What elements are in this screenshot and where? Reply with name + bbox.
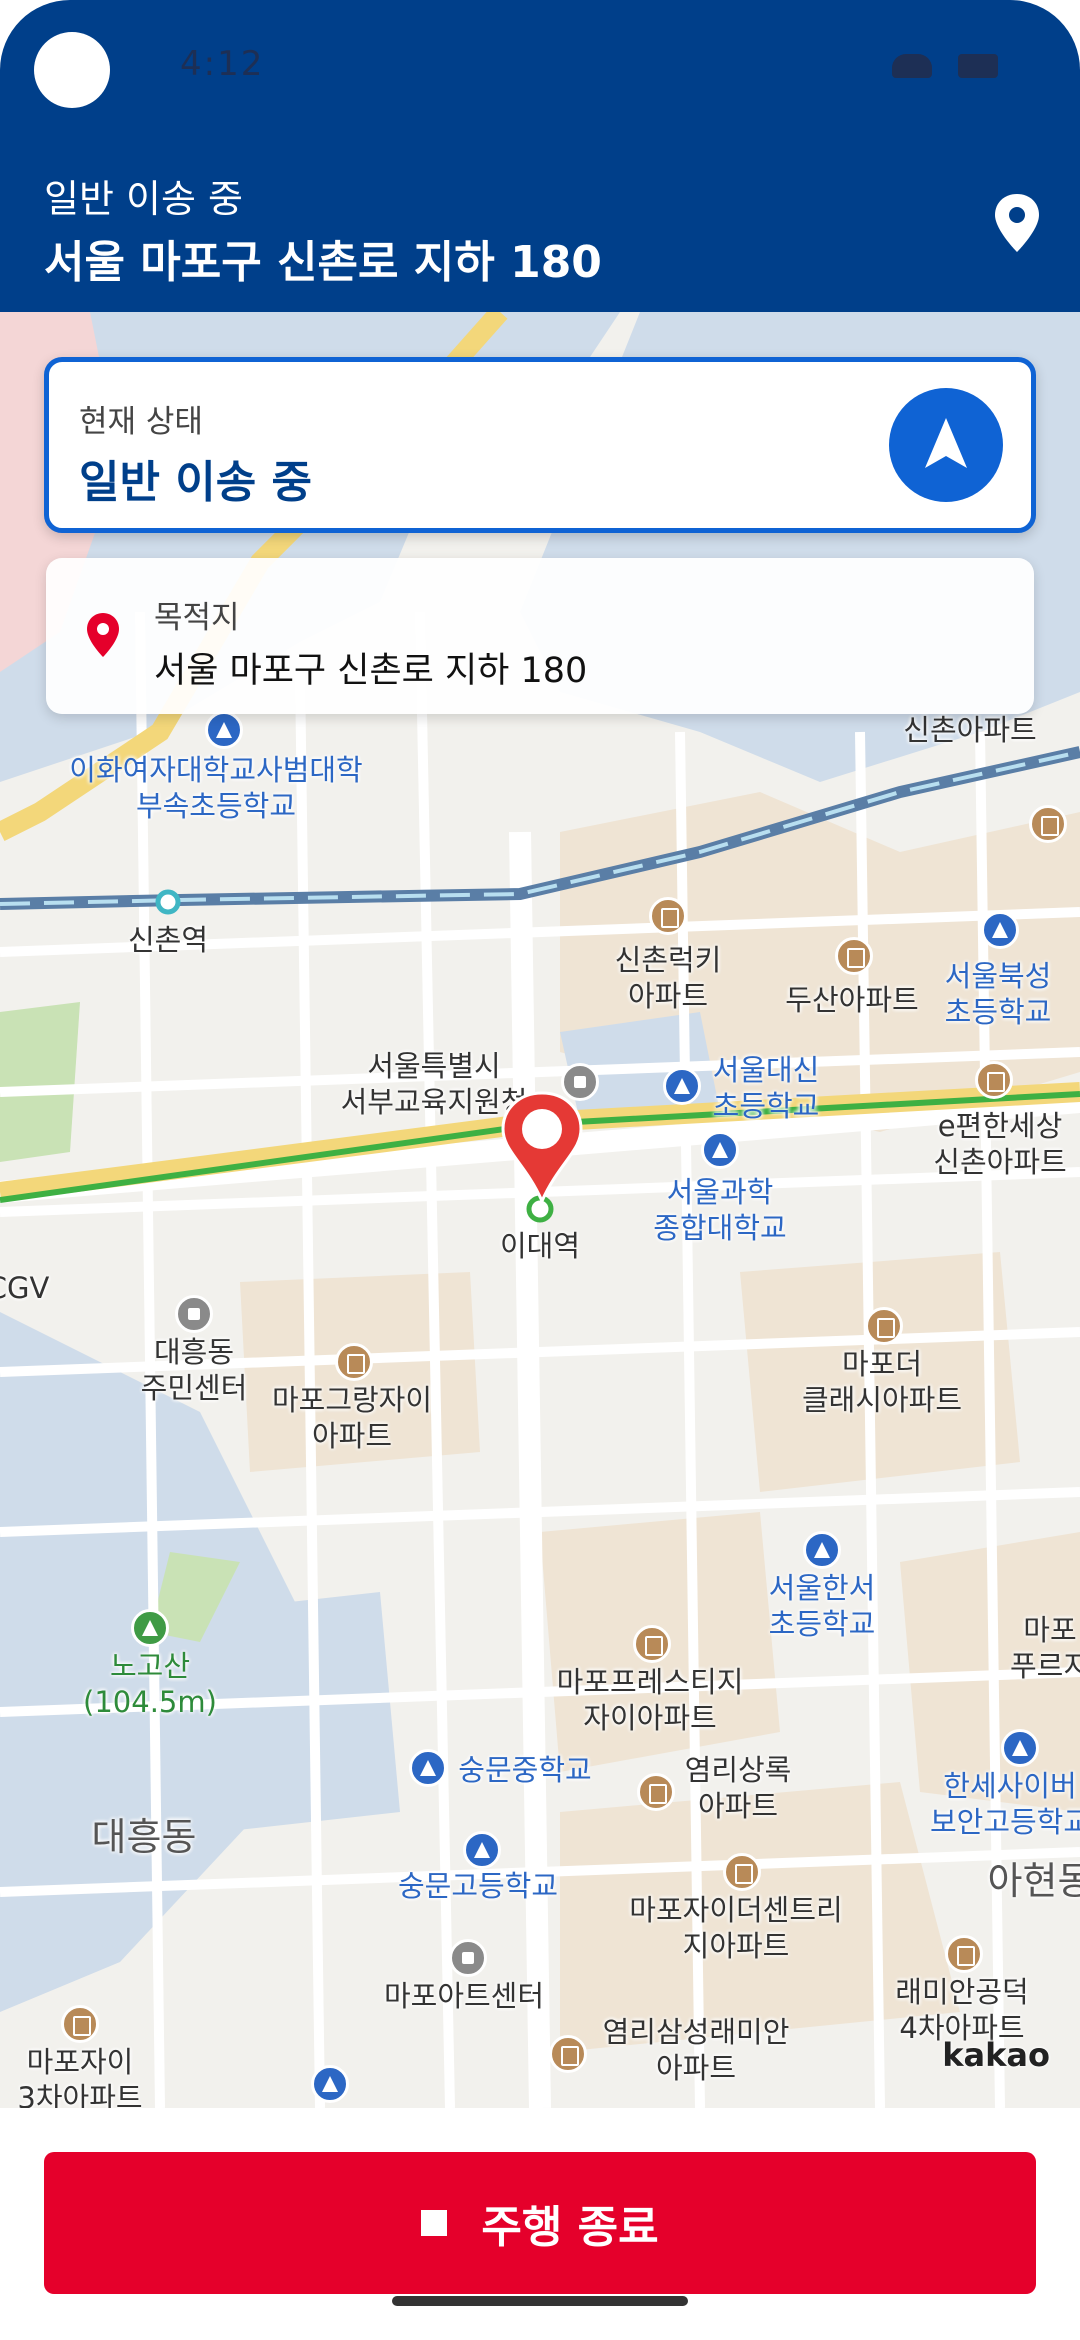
navigation-button[interactable] bbox=[889, 388, 1003, 502]
map-label-mapo-xi-3-apt: 마포자이 3차아파트 bbox=[17, 2045, 143, 2108]
map-label-idae-station: 이대역 bbox=[499, 1229, 581, 1263]
map-label-yeomni-sangrok-apt: 염리상록 아파트 bbox=[684, 1753, 792, 1824]
navigation-arrow-icon bbox=[925, 418, 967, 468]
wifi-icon bbox=[892, 54, 932, 78]
map-label-seoul-bukseong-elementary: 서울북성 초등학교 bbox=[944, 959, 1052, 1030]
current-location-marker[interactable] bbox=[497, 1089, 587, 1209]
map-label-sinchon-station: 신촌역 bbox=[127, 923, 209, 957]
school-icon bbox=[463, 1831, 501, 1869]
community-center-icon bbox=[175, 1295, 213, 1333]
status-bar: 4:12 bbox=[0, 0, 1080, 130]
apartment-icon bbox=[549, 2035, 587, 2073]
map-label-soongmoon-middle: 숭문중학교 bbox=[458, 1753, 592, 1787]
map-label-e-pyunhan-apt: e편한세상 신촌아파트 bbox=[933, 1109, 1067, 1180]
end-driving-label: 주행 종료 bbox=[481, 2202, 659, 2253]
map-label-hanse-cyber-high: 한세사이버 보안고등학교 bbox=[929, 1769, 1080, 1840]
school-icon bbox=[981, 911, 1019, 949]
apartment-icon bbox=[633, 1625, 671, 1663]
map-label-seoul-hanseo-elementary: 서울한서 초등학교 bbox=[768, 1571, 876, 1642]
camera-cutout bbox=[34, 32, 110, 108]
map-label-nogosan: 노고산 (104.5m) bbox=[83, 1649, 217, 1720]
map-label-mapo-prestige-apt: 마포프레스티지 자이아파트 bbox=[556, 1665, 744, 1736]
app-header: 4:12 일반 이송 중 서울 마포구 신촌로 지하 180 bbox=[0, 0, 1080, 312]
apartment-icon bbox=[637, 1773, 675, 1811]
school-icon bbox=[311, 2065, 349, 2103]
map-label-sinchon-lucky-apt: 신촌럭키 아파트 bbox=[614, 943, 722, 1014]
map-label-sinchon-apt: 신촌아파트 bbox=[903, 713, 1037, 747]
apartment-icon bbox=[975, 1061, 1013, 1099]
map-label-mapo-art-center: 마포아트센터 bbox=[383, 1979, 545, 2013]
map-label-daeheung-community-center: 대흥동 주민센터 bbox=[140, 1335, 248, 1406]
status-card-value: 일반 이송 중 bbox=[79, 457, 313, 508]
status-icons bbox=[892, 50, 1002, 80]
map-label-mapo-edge: 마포 푸르지 bbox=[1009, 1613, 1080, 1684]
school-icon bbox=[803, 1531, 841, 1569]
apartment-icon bbox=[649, 897, 687, 935]
apartment-icon bbox=[835, 937, 873, 975]
school-icon bbox=[205, 711, 243, 749]
map-label-yeomni-samsung-apt: 염리삼성래미안 아파트 bbox=[602, 2015, 790, 2086]
apartment-icon bbox=[865, 1307, 903, 1345]
school-icon bbox=[663, 1067, 701, 1105]
university-icon bbox=[701, 1131, 739, 1169]
map-label-seoul-science-university: 서울과학 종합대학교 bbox=[653, 1175, 787, 1246]
apartment-icon bbox=[335, 1343, 373, 1381]
battery-icon bbox=[958, 54, 998, 78]
map-label-doosan-apt: 두산아파트 bbox=[785, 983, 919, 1017]
status-time: 4:12 bbox=[180, 44, 265, 84]
map-label-seoul-daesin-elementary: 서울대신 초등학교 bbox=[712, 1053, 820, 1124]
map-label-cgv: CGV bbox=[0, 1271, 50, 1305]
kakao-attribution: kakao bbox=[942, 2036, 1050, 2074]
apartment-icon bbox=[945, 1935, 983, 1973]
map-label-daeheung-dong: 대흥동 bbox=[91, 1815, 197, 1859]
map-label-mapo-the-classy-apt: 마포더 클래시아파트 bbox=[801, 1347, 963, 1418]
apartment-icon bbox=[723, 1853, 761, 1891]
location-pin-icon bbox=[87, 613, 119, 657]
mountain-icon bbox=[131, 1609, 169, 1647]
map-label-soongmoon-high: 숭문고등학교 bbox=[397, 1869, 559, 1903]
destination-card[interactable]: 목적지 서울 마포구 신촌로 지하 180 bbox=[46, 558, 1034, 714]
apartment-icon bbox=[61, 2005, 99, 2043]
school-icon bbox=[1001, 1729, 1039, 1767]
map-label-mapo-grandxi-apt: 마포그랑자이 아파트 bbox=[271, 1383, 433, 1454]
apartment-icon bbox=[1029, 805, 1067, 843]
map-label-ewha-elementary: 이화여자대학교사범대학 부속초등학교 bbox=[69, 753, 363, 824]
header-title: 서울 마포구 신촌로 지하 180 bbox=[44, 237, 602, 288]
map-label-mapo-the-centerville-apt: 마포자이더센트리 지아파트 bbox=[629, 1893, 843, 1964]
location-pin-icon[interactable] bbox=[992, 192, 1042, 254]
destination-address: 서울 마포구 신촌로 지하 180 bbox=[154, 651, 588, 691]
home-indicator[interactable] bbox=[392, 2296, 688, 2306]
map-label-ahyeon-dong: 아현동 bbox=[987, 1859, 1080, 1903]
current-status-card: 현재 상태 일반 이송 중 bbox=[44, 357, 1036, 533]
stop-icon bbox=[421, 2210, 448, 2236]
art-center-icon bbox=[449, 1939, 487, 1977]
status-card-label: 현재 상태 bbox=[79, 404, 203, 440]
destination-label: 목적지 bbox=[154, 600, 240, 636]
school-icon bbox=[409, 1749, 447, 1787]
end-driving-button[interactable]: 주행 종료 bbox=[44, 2152, 1036, 2294]
header-subtitle: 일반 이송 중 bbox=[44, 177, 243, 221]
